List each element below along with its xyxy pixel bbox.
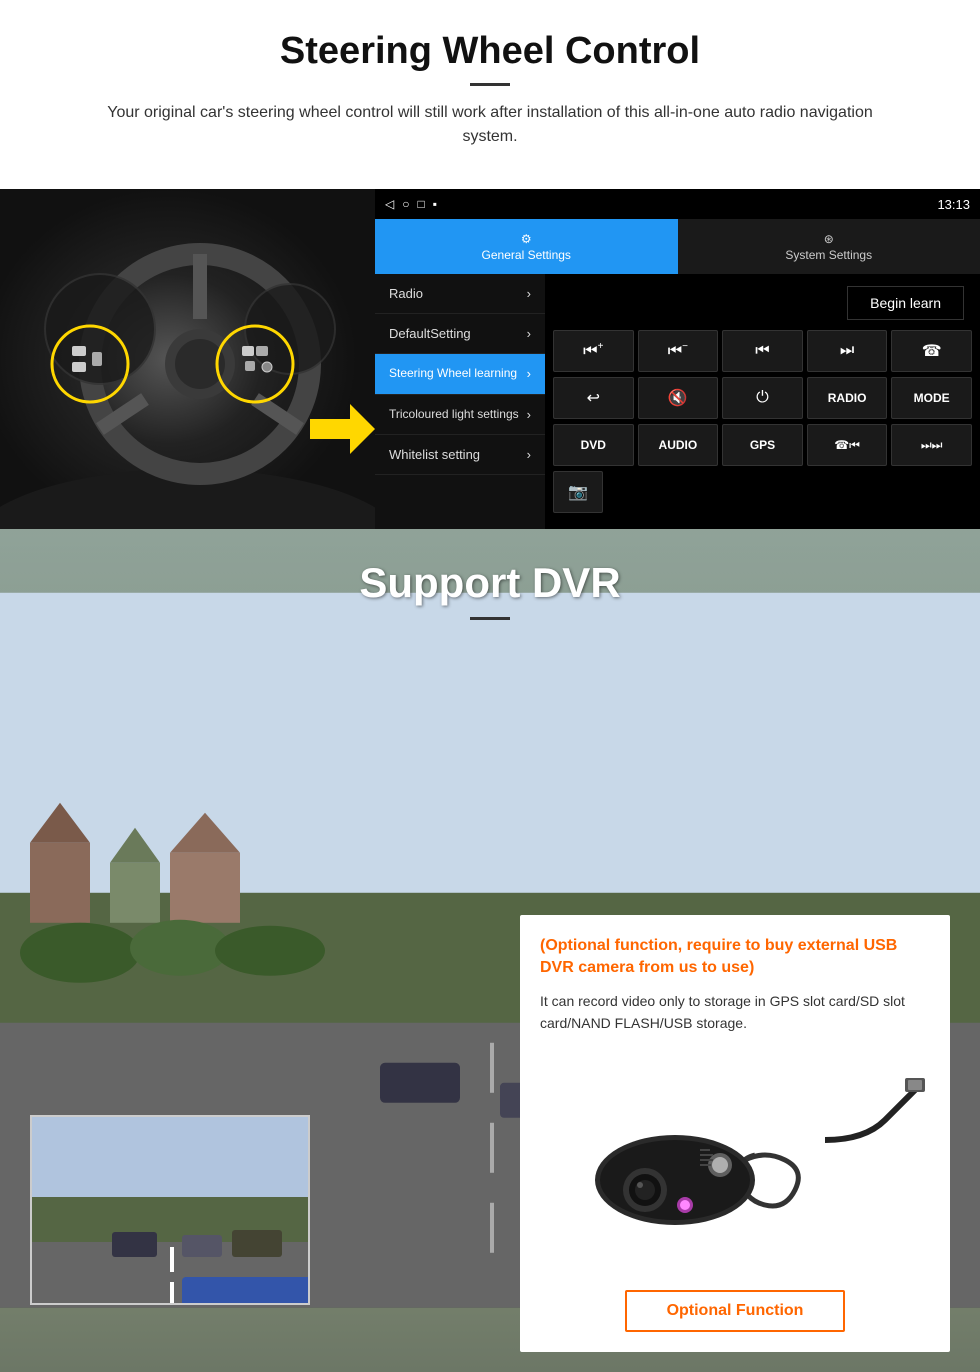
android-statusbar: ◁ ○ □ ▪ 13:13 xyxy=(375,189,980,219)
dvr-camera-illustration xyxy=(540,1055,930,1275)
nav-dot-icon[interactable]: ▪ xyxy=(433,197,437,211)
menu-item-radio[interactable]: Radio › xyxy=(375,274,545,314)
chevron-icon: › xyxy=(527,447,531,462)
chevron-icon: › xyxy=(527,407,531,422)
ctrl-back[interactable]: ↩ xyxy=(553,377,634,419)
ctrl-dvd[interactable]: DVD xyxy=(553,424,634,466)
settings-content: Begin learn ⏮+ ⏮− ⏮ xyxy=(545,274,980,529)
android-tabs: ⚙ General Settings ⊛ System Settings xyxy=(375,219,980,274)
tab-system-label: System Settings xyxy=(785,248,872,262)
begin-learn-button[interactable]: Begin learn xyxy=(847,286,964,320)
ctrl-mute[interactable]: 🔇 xyxy=(638,377,719,419)
ctrl-next-next[interactable]: ⏭⏭ xyxy=(891,424,972,466)
steering-wheel-image xyxy=(0,189,375,529)
audio-label: AUDIO xyxy=(659,438,698,452)
steering-wheel-svg xyxy=(0,189,375,529)
control-row-4: 📷 xyxy=(553,471,972,513)
dvr-title: Support DVR xyxy=(0,559,980,607)
control-row-3: DVD AUDIO GPS ☎⏮ ⏭⏭ xyxy=(553,424,972,466)
ctrl-prev[interactable]: ⏮ xyxy=(722,330,803,372)
mode-label: MODE xyxy=(914,391,950,405)
radio-label: RADIO xyxy=(828,391,867,405)
system-icon: ⊛ xyxy=(824,232,834,246)
vol-minus-prev-icon: ⏮− xyxy=(668,341,688,360)
page-title: Steering Wheel Control xyxy=(40,30,940,73)
chevron-icon: › xyxy=(527,326,531,341)
prev-icon: ⏮ xyxy=(755,342,769,360)
dvr-camera-svg xyxy=(545,1060,925,1270)
ctrl-mode[interactable]: MODE xyxy=(891,377,972,419)
control-row-2: ↩ 🔇 ⏻ RADIO MODE xyxy=(553,377,972,419)
menu-item-tricoloured[interactable]: Tricoloured light settings › xyxy=(375,395,545,436)
steering-wheel-bg xyxy=(0,189,375,529)
ctrl-vol-minus-prev[interactable]: ⏮− xyxy=(638,330,719,372)
ctrl-audio[interactable]: AUDIO xyxy=(638,424,719,466)
ctrl-power[interactable]: ⏻ xyxy=(722,377,803,419)
dvr-left-panel xyxy=(30,915,500,1305)
dvr-thumbnail xyxy=(30,1115,310,1305)
control-grid: ⏮+ ⏮− ⏮ ⏭ ☎ xyxy=(553,330,972,513)
dvr-divider xyxy=(470,617,510,620)
next-icon: ⏭ xyxy=(840,342,854,360)
section-subtitle: Your original car's steering wheel contr… xyxy=(80,101,900,149)
menu-item-whitelist[interactable]: Whitelist setting › xyxy=(375,435,545,475)
dvr-lower-content: (Optional function, require to buy exter… xyxy=(0,895,980,1372)
statusbar-time: 13:13 xyxy=(937,197,970,212)
ctrl-radio[interactable]: RADIO xyxy=(807,377,888,419)
title-divider xyxy=(470,83,510,86)
tab-general-settings[interactable]: ⚙ General Settings xyxy=(375,219,678,274)
nav-back-icon[interactable]: ◁ xyxy=(385,197,394,211)
back-icon: ↩ xyxy=(587,388,600,408)
power-icon: ⏻ xyxy=(756,389,769,407)
chevron-icon: › xyxy=(527,286,531,301)
ctrl-camera[interactable]: 📷 xyxy=(553,471,603,513)
tab-system-settings[interactable]: ⊛ System Settings xyxy=(678,219,980,274)
nav-square-icon[interactable]: □ xyxy=(417,197,424,211)
control-row-1: ⏮+ ⏮− ⏮ ⏭ ☎ xyxy=(553,330,972,372)
next-next-icon: ⏭⏭ xyxy=(921,438,943,453)
ctrl-next[interactable]: ⏭ xyxy=(807,330,888,372)
gps-label: GPS xyxy=(750,438,775,452)
mute-icon: 🔇 xyxy=(668,388,688,408)
phone-prev-icon: ☎⏮ xyxy=(834,438,860,453)
vol-plus-prev-icon: ⏮+ xyxy=(583,341,603,360)
tab-general-label: General Settings xyxy=(482,248,571,262)
menu-item-defaultsetting[interactable]: DefaultSetting › xyxy=(375,314,545,354)
dvr-optional-text: (Optional function, require to buy exter… xyxy=(540,935,930,980)
android-body: Radio › DefaultSetting › Steering Wheel … xyxy=(375,274,980,529)
begin-learn-row: Begin learn xyxy=(553,282,972,324)
dvr-title-area: Support DVR xyxy=(0,529,980,645)
gear-icon: ⚙ xyxy=(521,232,532,246)
ctrl-phone-prev[interactable]: ☎⏮ xyxy=(807,424,888,466)
statusbar-nav: ◁ ○ □ ▪ xyxy=(385,197,437,211)
steering-section: Steering Wheel Control Your original car… xyxy=(0,0,980,189)
dvr-thumbnail-svg xyxy=(32,1117,310,1305)
dvr-info-box: (Optional function, require to buy exter… xyxy=(520,915,950,1352)
camera-icon: 📷 xyxy=(568,482,588,502)
dvr-description: It can record video only to storage in G… xyxy=(540,990,930,1035)
chevron-icon: › xyxy=(527,366,531,381)
settings-menu: Radio › DefaultSetting › Steering Wheel … xyxy=(375,274,545,529)
ctrl-gps[interactable]: GPS xyxy=(722,424,803,466)
nav-home-icon[interactable]: ○ xyxy=(402,197,409,211)
ctrl-vol-plus-prev[interactable]: ⏮+ xyxy=(553,330,634,372)
steering-demo-area: ◁ ○ □ ▪ 13:13 ⚙ General Settings ⊛ Syste… xyxy=(0,189,980,529)
phone-icon: ☎ xyxy=(922,341,942,361)
dvd-label: DVD xyxy=(581,438,606,452)
dvr-section: Support DVR xyxy=(0,529,980,1372)
menu-item-steering-wheel[interactable]: Steering Wheel learning › xyxy=(375,354,545,395)
ctrl-phone[interactable]: ☎ xyxy=(891,330,972,372)
android-panel: ◁ ○ □ ▪ 13:13 ⚙ General Settings ⊛ Syste… xyxy=(375,189,980,529)
optional-function-button[interactable]: Optional Function xyxy=(625,1290,846,1332)
